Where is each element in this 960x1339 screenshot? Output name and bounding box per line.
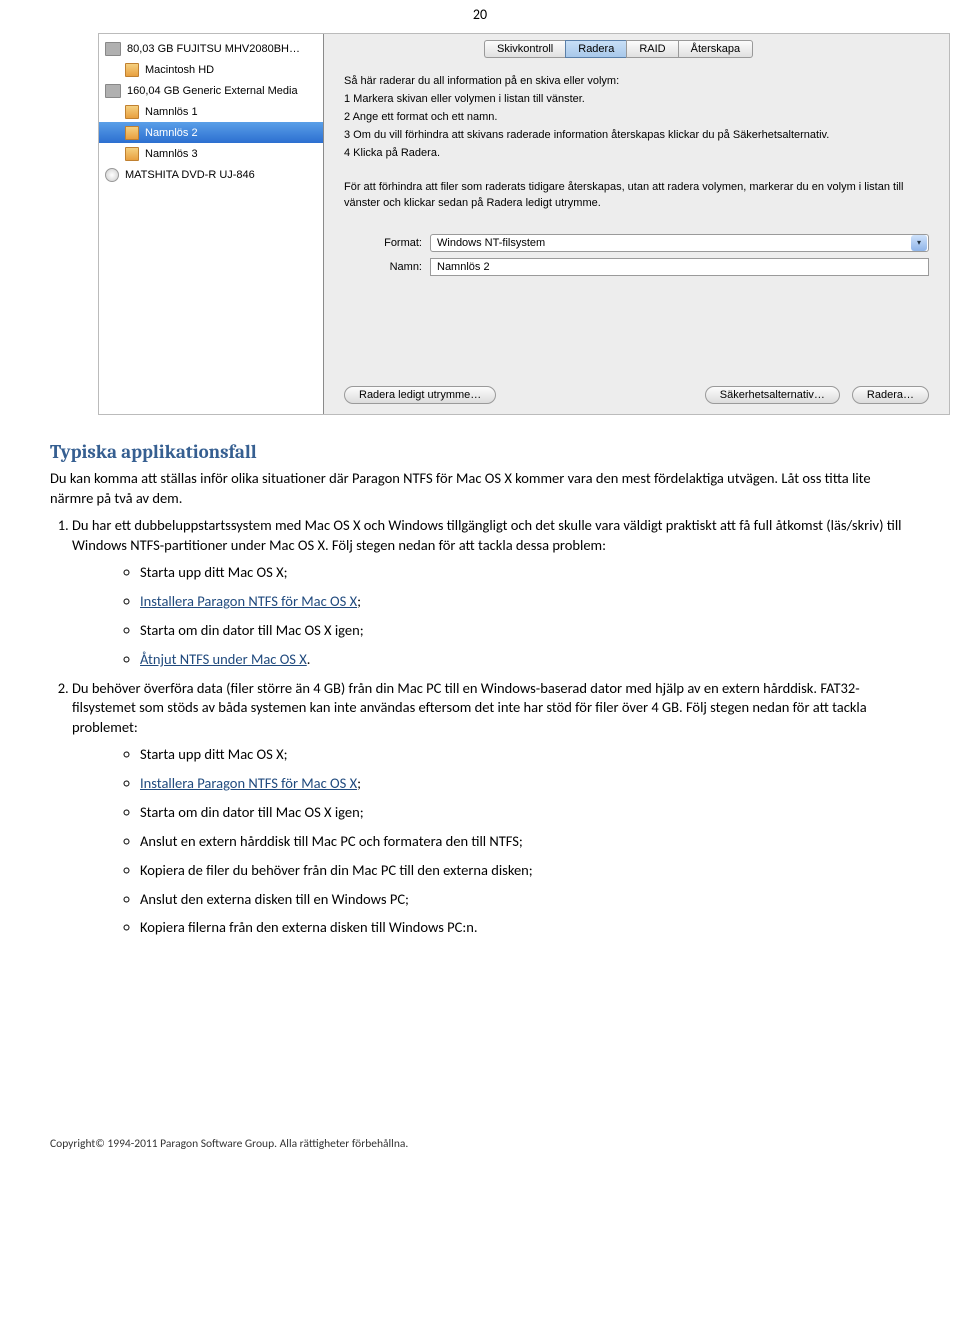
bullet-text: Anslut den externa disken till en Window…	[140, 890, 409, 908]
bullet-list: Starta upp ditt Mac OS X; Installera Par…	[72, 745, 910, 937]
tab-radera[interactable]: Radera	[565, 40, 626, 58]
instruction-step: 1 Markera skivan eller volymen i listan …	[344, 92, 929, 108]
chevron-updown-icon: ▾	[911, 235, 927, 251]
bullet-text: Starta upp ditt Mac OS X;	[140, 563, 288, 581]
disk-utility-screenshot: 80,03 GB FUJITSU MHV2080BH… Macintosh HD…	[98, 33, 950, 415]
bullet: Installera Paragon NTFS för Mac OS X;	[140, 774, 910, 793]
bullet: Anslut en extern hårddisk till Mac PC oc…	[140, 832, 910, 851]
enjoy-ntfs-link[interactable]: Åtnjut NTFS under Mac OS X	[140, 650, 307, 668]
tab-raid[interactable]: RAID	[626, 40, 677, 58]
tab-skivkontroll[interactable]: Skivkontroll	[484, 40, 565, 58]
button-row: Radera ledigt utrymme… Säkerhetsalternat…	[324, 386, 949, 404]
bullet-suffix: ;	[357, 774, 361, 792]
bullet-text: Kopiera filerna från den externa disken …	[140, 918, 478, 936]
copyright-footer: Copyright© 1994-2011 Paragon Software Gr…	[50, 1137, 910, 1151]
bullet-text: Kopiera de filer du behöver från din Mac…	[140, 861, 533, 879]
sidebar-item-drive[interactable]: 80,03 GB FUJITSU MHV2080BH…	[99, 38, 323, 59]
section-heading: Typiska applikationsfall	[50, 441, 910, 463]
list-item-1: Du har ett dubbeluppstartssystem med Mac…	[72, 516, 910, 669]
volume-icon	[125, 105, 139, 119]
name-label: Namn:	[344, 261, 430, 273]
sidebar: 80,03 GB FUJITSU MHV2080BH… Macintosh HD…	[99, 34, 324, 414]
tab-aterskapa[interactable]: Återskapa	[678, 40, 754, 58]
sidebar-item-volume[interactable]: Macintosh HD	[99, 59, 323, 80]
sidebar-label: Namnlös 2	[145, 127, 198, 139]
erase-free-space-button[interactable]: Radera ledigt utrymme…	[344, 386, 496, 404]
sidebar-label: Macintosh HD	[145, 64, 214, 76]
bullet: Åtnjut NTFS under Mac OS X.	[140, 650, 910, 669]
erase-form: Format: Windows NT-filsystem ▾ Namn:	[324, 222, 949, 276]
bullet: Anslut den externa disken till en Window…	[140, 890, 910, 909]
format-label: Format:	[344, 237, 430, 249]
sidebar-item-volume[interactable]: Namnlös 1	[99, 101, 323, 122]
volume-icon	[125, 126, 139, 140]
list-item-2: Du behöver överföra data (filer större ä…	[72, 679, 910, 938]
bullet-text: Starta om din dator till Mac OS X igen;	[140, 621, 364, 639]
main-panel: Skivkontroll Radera RAID Återskapa Så hä…	[324, 34, 949, 414]
format-select[interactable]: Windows NT-filsystem ▾	[430, 234, 929, 252]
bullet: Starta om din dator till Mac OS X igen;	[140, 803, 910, 822]
item1-text: Du har ett dubbeluppstartssystem med Mac…	[72, 516, 902, 554]
tab-bar: Skivkontroll Radera RAID Återskapa	[484, 40, 949, 58]
sidebar-item-volume[interactable]: Namnlös 3	[99, 143, 323, 164]
instruction-step: 4 Klicka på Radera.	[344, 146, 929, 162]
bullet-text: Starta om din dator till Mac OS X igen;	[140, 803, 364, 821]
format-value: Windows NT-filsystem	[437, 237, 545, 249]
bullet-text: Anslut en extern hårddisk till Mac PC oc…	[140, 832, 523, 850]
intro-paragraph: Du kan komma att ställas inför olika sit…	[50, 469, 910, 508]
install-link[interactable]: Installera Paragon NTFS för Mac OS X	[140, 592, 357, 610]
bullet-suffix: ;	[357, 592, 361, 610]
bullet-list: Starta upp ditt Mac OS X; Installera Par…	[72, 563, 910, 668]
sidebar-item-dvd[interactable]: MATSHITA DVD-R UJ-846	[99, 164, 323, 185]
instruction-step: 3 Om du vill förhindra att skivans rader…	[344, 128, 929, 144]
sidebar-label: 80,03 GB FUJITSU MHV2080BH…	[127, 43, 300, 55]
page-number: 20	[50, 0, 910, 33]
security-options-button[interactable]: Säkerhetsalternativ…	[705, 386, 840, 404]
instructions-note: För att förhindra att filer som raderats…	[344, 180, 929, 212]
numbered-list: Du har ett dubbeluppstartssystem med Mac…	[50, 516, 910, 937]
instructions-block: Så här raderar du all information på en …	[324, 58, 949, 222]
bullet-text: Starta upp ditt Mac OS X;	[140, 745, 288, 763]
sidebar-label: MATSHITA DVD-R UJ-846	[125, 169, 255, 181]
name-input[interactable]	[430, 258, 929, 276]
bullet: Starta om din dator till Mac OS X igen;	[140, 621, 910, 640]
drive-icon	[105, 42, 121, 56]
volume-icon	[125, 63, 139, 77]
volume-icon	[125, 147, 139, 161]
bullet: Kopiera de filer du behöver från din Mac…	[140, 861, 910, 880]
bullet: Kopiera filerna från den externa disken …	[140, 918, 910, 937]
sidebar-label: 160,04 GB Generic External Media	[127, 85, 298, 97]
bullet: Installera Paragon NTFS för Mac OS X;	[140, 592, 910, 611]
bullet: Starta upp ditt Mac OS X;	[140, 563, 910, 582]
bullet-suffix: .	[307, 650, 311, 668]
sidebar-label: Namnlös 3	[145, 148, 198, 160]
erase-button[interactable]: Radera…	[852, 386, 929, 404]
bullet: Starta upp ditt Mac OS X;	[140, 745, 910, 764]
sidebar-label: Namnlös 1	[145, 106, 198, 118]
sidebar-item-drive[interactable]: 160,04 GB Generic External Media	[99, 80, 323, 101]
instructions-intro: Så här raderar du all information på en …	[344, 74, 929, 90]
drive-icon	[105, 84, 121, 98]
install-link[interactable]: Installera Paragon NTFS för Mac OS X	[140, 774, 357, 792]
dvd-icon	[105, 168, 119, 182]
sidebar-item-volume-selected[interactable]: Namnlös 2	[99, 122, 323, 143]
instruction-step: 2 Ange ett format och ett namn.	[344, 110, 929, 126]
item2-text: Du behöver överföra data (filer större ä…	[72, 679, 867, 736]
